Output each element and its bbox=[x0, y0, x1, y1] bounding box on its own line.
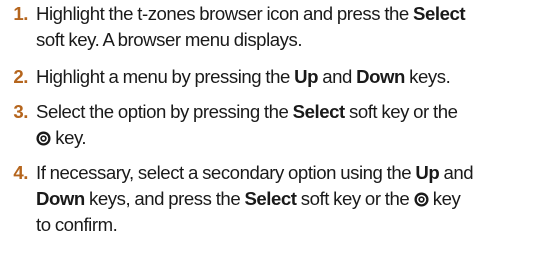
step-text: key. bbox=[55, 127, 87, 148]
step-text-line: Highlight the t-zones browser icon and p… bbox=[36, 1, 466, 27]
up-key-label: Up bbox=[294, 66, 319, 87]
step-text: and bbox=[322, 66, 352, 87]
step-text-line: Down keys, and press the Select soft key… bbox=[36, 186, 473, 212]
step-text: keys, and press the bbox=[89, 188, 241, 209]
step-text: Highlight a menu by pressing the bbox=[36, 66, 290, 87]
step-text-line: Select the option by pressing the Select… bbox=[36, 99, 458, 125]
step-number: 3. bbox=[13, 101, 28, 122]
step-text: If necessary, select a secondary option … bbox=[36, 162, 412, 183]
step-text-line: key. bbox=[36, 125, 458, 151]
step-3: 3. Select the option by pressing the Sel… bbox=[0, 99, 458, 151]
step-text-line: If necessary, select a secondary option … bbox=[36, 160, 474, 186]
step-text: to confirm. bbox=[36, 214, 118, 235]
step-number: 1. bbox=[13, 3, 28, 24]
step-text: soft key or the bbox=[300, 188, 410, 209]
step-text: and bbox=[443, 162, 474, 183]
step-number: 2. bbox=[13, 66, 28, 87]
select-key-label: Select bbox=[292, 101, 346, 122]
step-text: keys. bbox=[409, 66, 451, 87]
select-key-label: Select bbox=[244, 188, 297, 209]
step-1: 1. Highlight the t-zones browser icon an… bbox=[0, 1, 465, 53]
down-key-label: Down bbox=[36, 188, 85, 209]
step-2: 2. Highlight a menu by pressing the Up a… bbox=[0, 64, 450, 90]
select-key-label: Select bbox=[413, 3, 466, 24]
center-key-icon bbox=[413, 192, 429, 207]
step-text: soft key or the bbox=[348, 101, 458, 122]
step-number: 4. bbox=[13, 162, 28, 183]
center-key-icon bbox=[36, 131, 51, 146]
step-text: soft key. A browser menu displays. bbox=[36, 29, 303, 50]
step-4: 4. If necessary, select a secondary opti… bbox=[0, 160, 473, 238]
step-text: Highlight the t-zones browser icon and p… bbox=[36, 3, 409, 24]
down-key-label: Down bbox=[356, 66, 405, 87]
step-text: Select the option by pressing the bbox=[36, 101, 289, 122]
step-text: key bbox=[432, 188, 461, 209]
up-key-label: Up bbox=[415, 162, 440, 183]
